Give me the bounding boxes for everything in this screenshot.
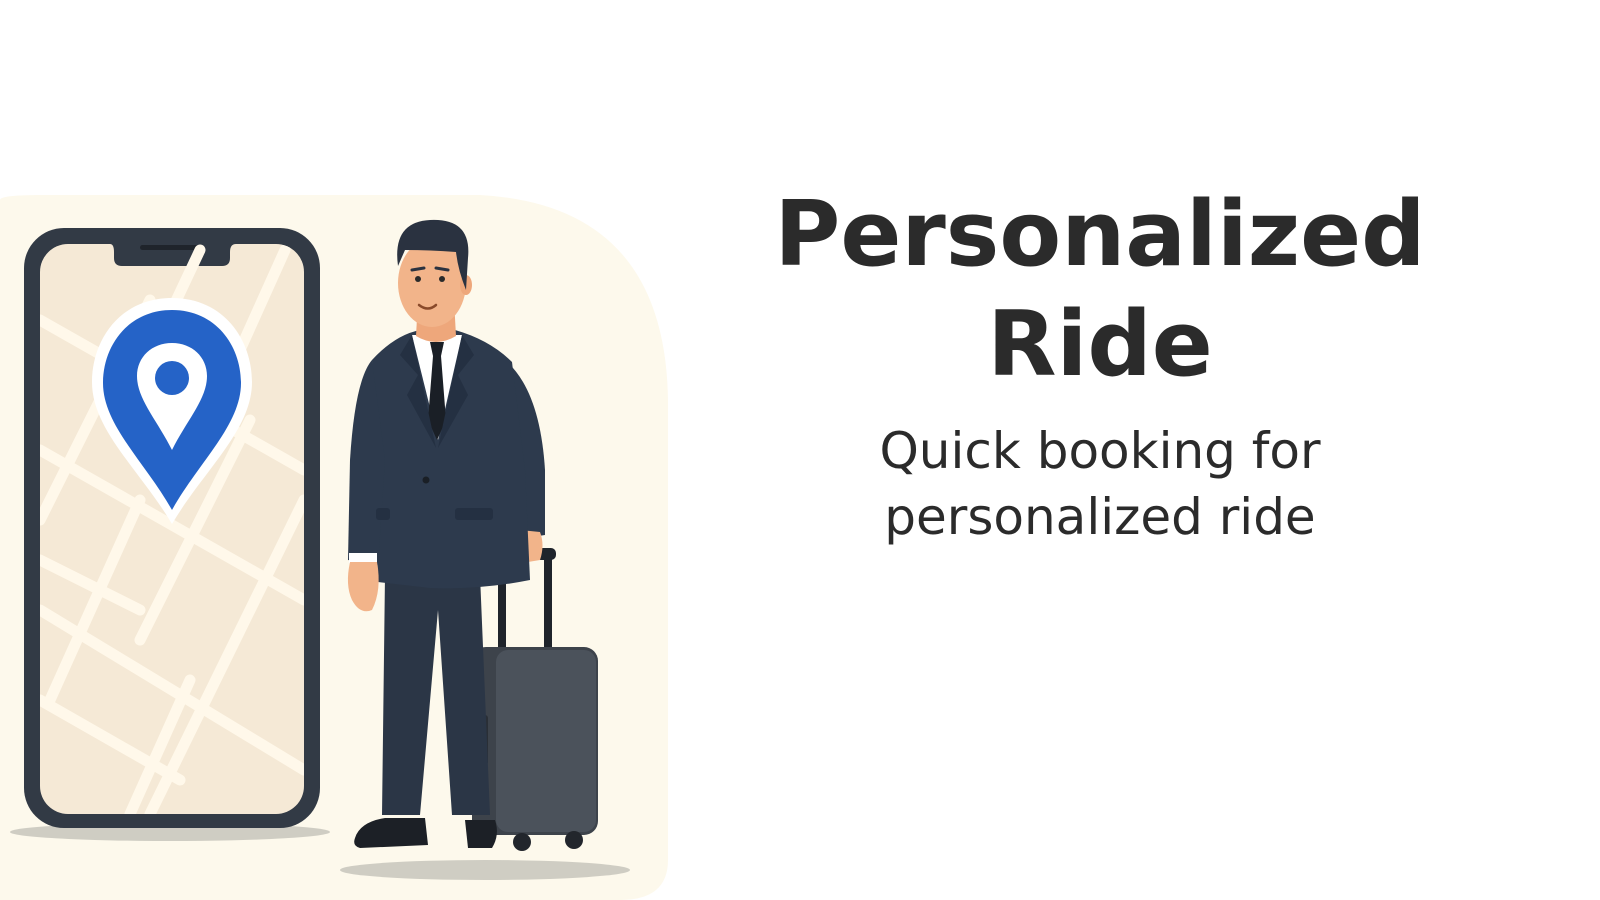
hero-copy: Personalized Ride Quick booking for pers… [660,180,1540,550]
person-shadow [340,860,630,880]
page-title: Personalized Ride [774,182,1426,397]
illustration-canvas [0,195,668,900]
hero-illustration [0,0,680,900]
slide: Personalized Ride Quick booking for pers… [0,0,1600,900]
page-subtitle: Quick booking for personalized ride [879,422,1321,546]
